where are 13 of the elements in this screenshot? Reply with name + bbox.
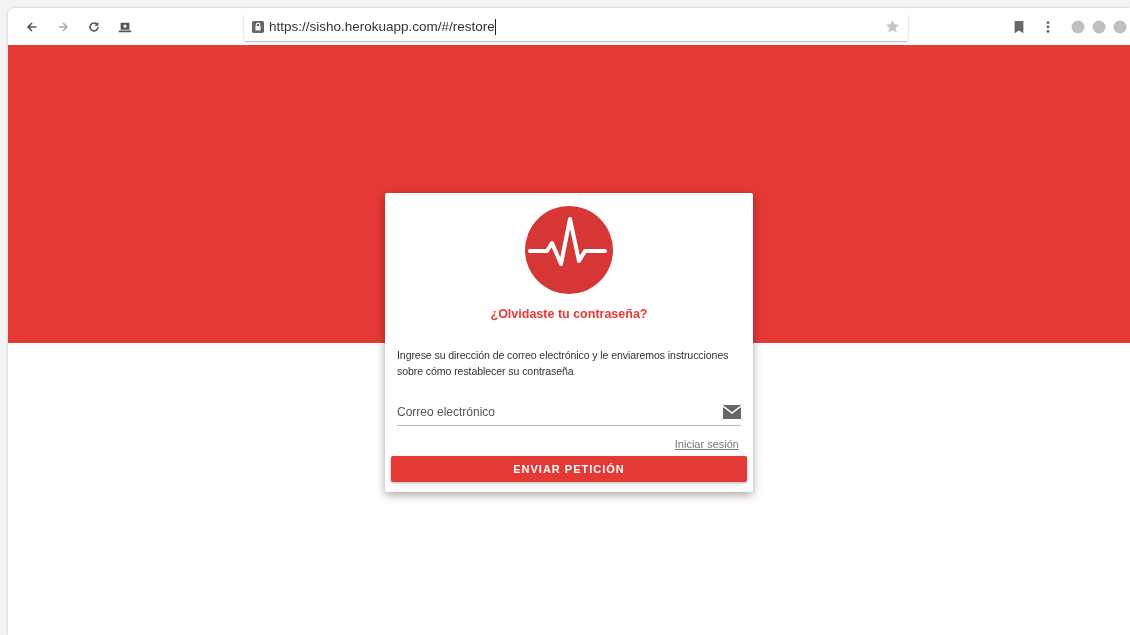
- url-text: https://sisho.herokuapp.com/#/restore: [269, 19, 495, 34]
- login-link[interactable]: Iniciar sesión: [674, 438, 739, 450]
- lock-icon: [252, 20, 264, 33]
- address-bar[interactable]: https://sisho.herokuapp.com/#/restore: [244, 12, 908, 41]
- menu-icon[interactable]: [1045, 19, 1051, 34]
- reload-icon[interactable]: [87, 19, 101, 34]
- envelope-icon: [723, 405, 741, 419]
- submit-button[interactable]: ENVIAR PETICIÓN: [391, 456, 747, 482]
- bookmark-icon[interactable]: [1013, 19, 1025, 34]
- heartbeat-logo-icon: [524, 205, 614, 295]
- instructions-text: Ingrese su dirección de correo electrónico y le enviaremos instrucciones sobre cómo restablecer su contraseña: [396, 348, 730, 379]
- card-title: ¿Olvidaste tu contraseña?: [490, 307, 648, 321]
- star-icon[interactable]: [885, 19, 900, 34]
